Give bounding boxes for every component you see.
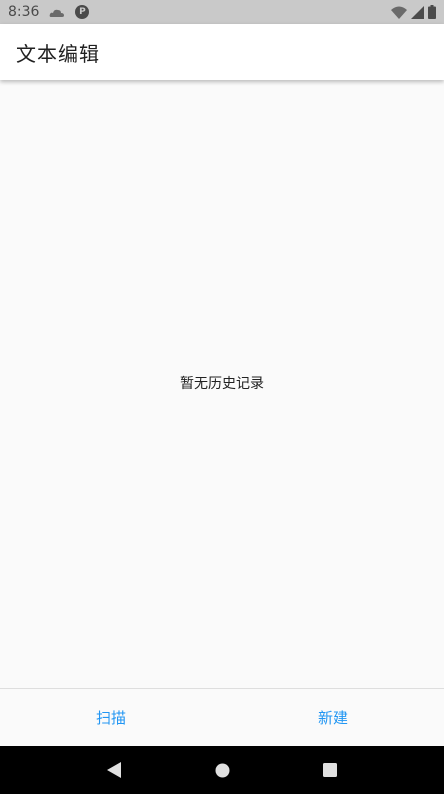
signal-icon <box>411 5 424 19</box>
wifi-icon <box>391 6 407 19</box>
empty-history-message: 暂无历史记录 <box>180 375 264 392</box>
system-nav-bar <box>0 746 444 794</box>
p-icon: P <box>75 5 90 19</box>
status-left: 8:36 P <box>8 4 90 20</box>
scan-button[interactable]: 扫描 <box>0 689 222 746</box>
cloud-icon <box>49 7 65 17</box>
back-icon[interactable] <box>94 750 134 790</box>
screen: 8:36 P 文本编辑 暂无历史记录 扫描 新建 <box>0 0 444 794</box>
new-button[interactable]: 新建 <box>222 689 444 746</box>
status-right <box>391 5 436 19</box>
status-time: 8:36 <box>8 4 40 20</box>
history-list: 暂无历史记录 <box>0 80 444 688</box>
battery-icon <box>428 5 436 19</box>
bottom-action-bar: 扫描 新建 <box>0 688 444 746</box>
recents-icon[interactable] <box>310 750 350 790</box>
home-icon[interactable] <box>202 750 242 790</box>
app-title: 文本编辑 <box>16 41 100 66</box>
status-bar: 8:36 P <box>0 0 444 24</box>
app-bar: 文本编辑 <box>0 24 444 80</box>
